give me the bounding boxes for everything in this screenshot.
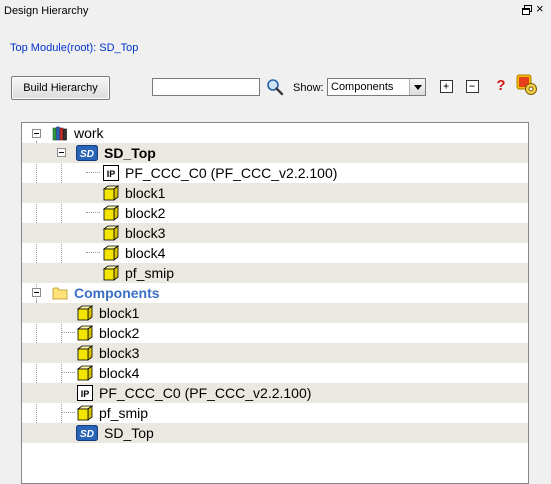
tree-row-block4[interactable]: block4 — [22, 243, 528, 263]
tree-label: block2 — [99, 325, 140, 341]
tree-row-comp-block4[interactable]: block4 — [22, 363, 528, 383]
tree-label: PF_CCC_C0 (PF_CCC_v2.2.100) — [99, 385, 312, 401]
collapse-toggle-icon[interactable] — [32, 288, 41, 297]
show-selected-value: Components — [331, 81, 394, 93]
tree-label: block1 — [99, 305, 140, 321]
search-input[interactable] — [152, 78, 260, 96]
tree-label: PF_CCC_C0 (PF_CCC_v2.2.100) — [125, 165, 338, 181]
sd-icon: SD — [76, 425, 98, 441]
block-icon — [77, 405, 93, 421]
tree-label: pf_smip — [99, 405, 149, 421]
tree-row-comp-pf-smip[interactable]: pf_smip — [22, 403, 528, 423]
tree-row-block1[interactable]: block1 — [22, 183, 528, 203]
tree-row-comp-sd-top[interactable]: SD SD_Top — [22, 423, 528, 443]
sd-icon: SD — [76, 145, 98, 161]
close-icon[interactable]: × — [536, 2, 544, 16]
block-icon — [103, 185, 119, 201]
tree-row-block2[interactable]: block2 — [22, 203, 528, 223]
collapse-toggle-icon[interactable] — [57, 148, 66, 157]
ip-icon: IP — [103, 165, 119, 181]
settings-icon[interactable] — [516, 74, 538, 96]
tree-row-comp-pf-ccc[interactable]: IP PF_CCC_C0 (PF_CCC_v2.2.100) — [22, 383, 528, 403]
top-module-label: Top Module(root): SD_Top — [10, 42, 139, 54]
block-icon — [103, 205, 119, 221]
hierarchy-tree[interactable]: work SD SD_Top IP PF_CCC_C0 (PF_CCC_v2.2… — [21, 122, 529, 484]
tree-row-components[interactable]: Components — [22, 283, 528, 303]
collapse-all-icon[interactable] — [466, 80, 479, 93]
block-icon — [103, 225, 119, 241]
folder-icon — [52, 287, 68, 300]
expand-all-icon[interactable] — [440, 80, 453, 93]
tree-label: block3 — [125, 225, 166, 241]
tree-label: block4 — [125, 245, 166, 261]
tree-label-components: Components — [74, 285, 160, 301]
block-icon — [103, 245, 119, 261]
tree-label: block2 — [125, 205, 166, 221]
tree-label: block4 — [99, 365, 140, 381]
title-bar: Design Hierarchy × — [0, 0, 551, 24]
tree-row-work[interactable]: work — [22, 123, 528, 143]
tree-row-pf-smip[interactable]: pf_smip — [22, 263, 528, 283]
tree-row-comp-block3[interactable]: block3 — [22, 343, 528, 363]
ip-icon: IP — [77, 385, 93, 401]
svg-text:SD: SD — [80, 149, 94, 160]
restore-icon[interactable] — [521, 4, 533, 16]
tree-label: pf_smip — [125, 265, 175, 281]
block-icon — [77, 365, 93, 381]
block-icon — [77, 325, 93, 341]
library-icon — [52, 126, 67, 141]
svg-text:IP: IP — [81, 389, 90, 399]
build-hierarchy-button[interactable]: Build Hierarchy — [11, 76, 110, 100]
tree-row-pf-ccc[interactable]: IP PF_CCC_C0 (PF_CCC_v2.2.100) — [22, 163, 528, 183]
tree-row-comp-block2[interactable]: block2 — [22, 323, 528, 343]
help-icon[interactable]: ? — [495, 77, 507, 94]
tree-label-work: work — [74, 125, 104, 141]
tree-label: block1 — [125, 185, 166, 201]
chevron-down-icon[interactable] — [409, 79, 425, 95]
block-icon — [77, 345, 93, 361]
block-icon — [103, 265, 119, 281]
tree-label-sd-top: SD_Top — [104, 145, 156, 161]
tree-row-block3[interactable]: block3 — [22, 223, 528, 243]
svg-text:SD: SD — [80, 429, 94, 440]
svg-text:IP: IP — [107, 169, 116, 179]
show-dropdown[interactable]: Components — [327, 78, 426, 96]
show-label: Show: — [293, 82, 324, 94]
tree-label: block3 — [99, 345, 140, 361]
tree-row-sd-top[interactable]: SD SD_Top — [22, 143, 528, 163]
collapse-toggle-icon[interactable] — [32, 129, 41, 138]
tree-label: SD_Top — [104, 425, 154, 441]
window-title: Design Hierarchy — [4, 5, 89, 17]
search-icon[interactable] — [266, 78, 284, 96]
tree-row-comp-block1[interactable]: block1 — [22, 303, 528, 323]
block-icon — [77, 305, 93, 321]
